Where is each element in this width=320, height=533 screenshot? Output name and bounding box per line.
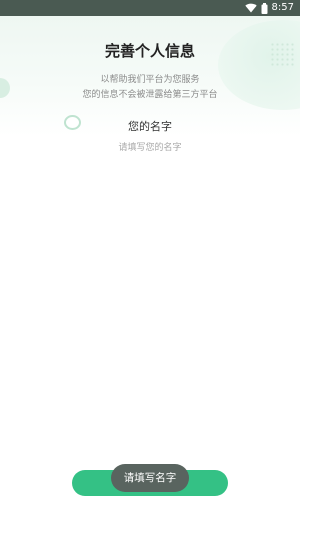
status-icons: 8:57 [244,1,294,15]
toast-message: 请填写名字 [111,464,189,492]
subtitle-line-2: 您的信息不会被泄露给第三方平台 [82,90,218,100]
name-label: 您的名字 [128,120,172,133]
page-title: 完善个人信息 [104,42,195,60]
wifi-icon [244,3,257,13]
battery-icon [261,2,268,14]
status-bar: 8:57 [0,0,300,16]
name-input[interactable] [60,139,240,157]
status-time: 8:57 [271,2,294,13]
subtitle-line-1: 以帮助我们平台为您服务 [100,75,200,85]
